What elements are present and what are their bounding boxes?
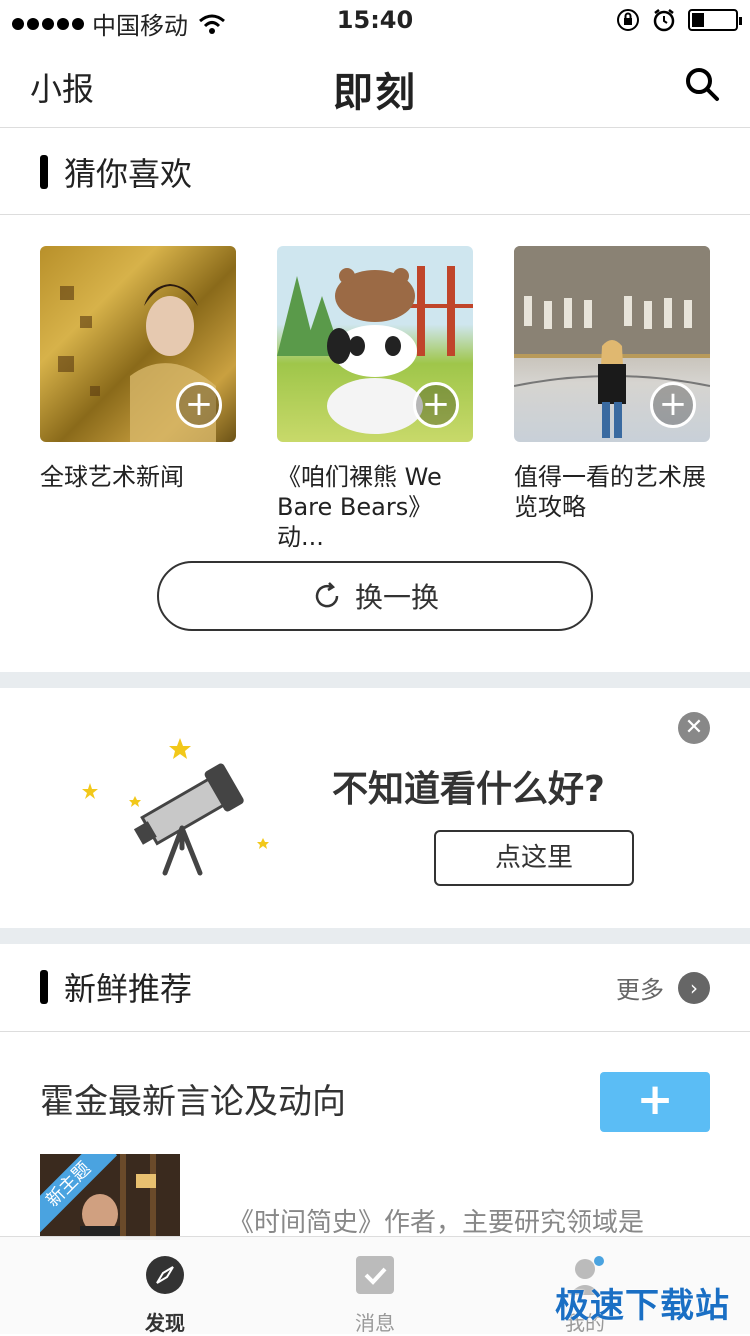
add-icon[interactable]: + bbox=[650, 382, 696, 428]
add-icon[interactable]: + bbox=[413, 382, 459, 428]
compass-icon bbox=[146, 1256, 184, 1294]
card-thumbnail: + bbox=[277, 246, 473, 442]
status-right bbox=[616, 8, 742, 32]
refresh-icon bbox=[315, 582, 339, 608]
section-divider bbox=[0, 672, 750, 688]
add-icon[interactable]: + bbox=[176, 382, 222, 428]
follow-topic-button[interactable]: + bbox=[600, 1072, 710, 1132]
refresh-button[interactable]: 换一换 bbox=[157, 561, 593, 631]
topic-thumbnail[interactable]: 新主题 bbox=[40, 1154, 180, 1240]
topic-title[interactable]: 霍金最新言论及动向 bbox=[40, 1074, 346, 1123]
battery-icon bbox=[688, 9, 742, 31]
promo-question: 不知道看什么好? bbox=[332, 769, 605, 810]
topic-card[interactable]: + 《咱们裸熊 We Bare Bears》动... bbox=[277, 246, 473, 552]
fresh-section-header: 新鲜推荐 更多 › bbox=[0, 944, 750, 1032]
click-here-button[interactable]: 点这里 bbox=[434, 830, 634, 886]
chevron-right-icon: › bbox=[678, 971, 710, 1004]
section-title: 猜你喜欢 bbox=[64, 155, 193, 193]
guess-section-header: 猜你喜欢 bbox=[0, 129, 750, 215]
search-icon[interactable] bbox=[684, 66, 720, 102]
nav-bar: 小报 即刻 bbox=[0, 40, 750, 128]
topic-card[interactable]: + 全球艺术新闻 bbox=[40, 246, 236, 492]
more-link[interactable]: 更多 › bbox=[616, 970, 710, 1005]
rotation-lock-icon bbox=[617, 9, 639, 31]
message-check-icon bbox=[356, 1256, 394, 1294]
section-title: 新鲜推荐 bbox=[64, 970, 193, 1008]
card-title: 值得一看的艺术展览攻略 bbox=[514, 463, 706, 521]
watermark-logo: 极速下载站 bbox=[555, 1286, 730, 1326]
section-marker bbox=[40, 970, 48, 1004]
refresh-label: 换一换 bbox=[354, 581, 439, 614]
topic-description: 《时间简史》作者，主要研究领域是 bbox=[228, 1208, 645, 1238]
app-logo: 即刻 bbox=[333, 70, 417, 116]
card-thumbnail: + bbox=[514, 246, 710, 442]
status-bar: 中国移动 15:40 bbox=[0, 0, 750, 40]
section-divider bbox=[0, 928, 750, 944]
card-thumbnail: + bbox=[40, 246, 236, 442]
topic-card[interactable]: + 值得一看的艺术展览攻略 bbox=[514, 246, 710, 522]
alarm-icon bbox=[653, 9, 675, 32]
section-marker bbox=[40, 155, 48, 189]
discover-promo: 不知道看什么好? 点这里 ✕ bbox=[0, 688, 750, 928]
card-title: 《咱们裸熊 We Bare Bears》动... bbox=[277, 463, 442, 551]
telescope-icon bbox=[82, 738, 269, 876]
card-title: 全球艺术新闻 bbox=[40, 463, 184, 491]
close-icon[interactable]: ✕ bbox=[678, 712, 710, 744]
more-label: 更多 bbox=[616, 976, 664, 1004]
